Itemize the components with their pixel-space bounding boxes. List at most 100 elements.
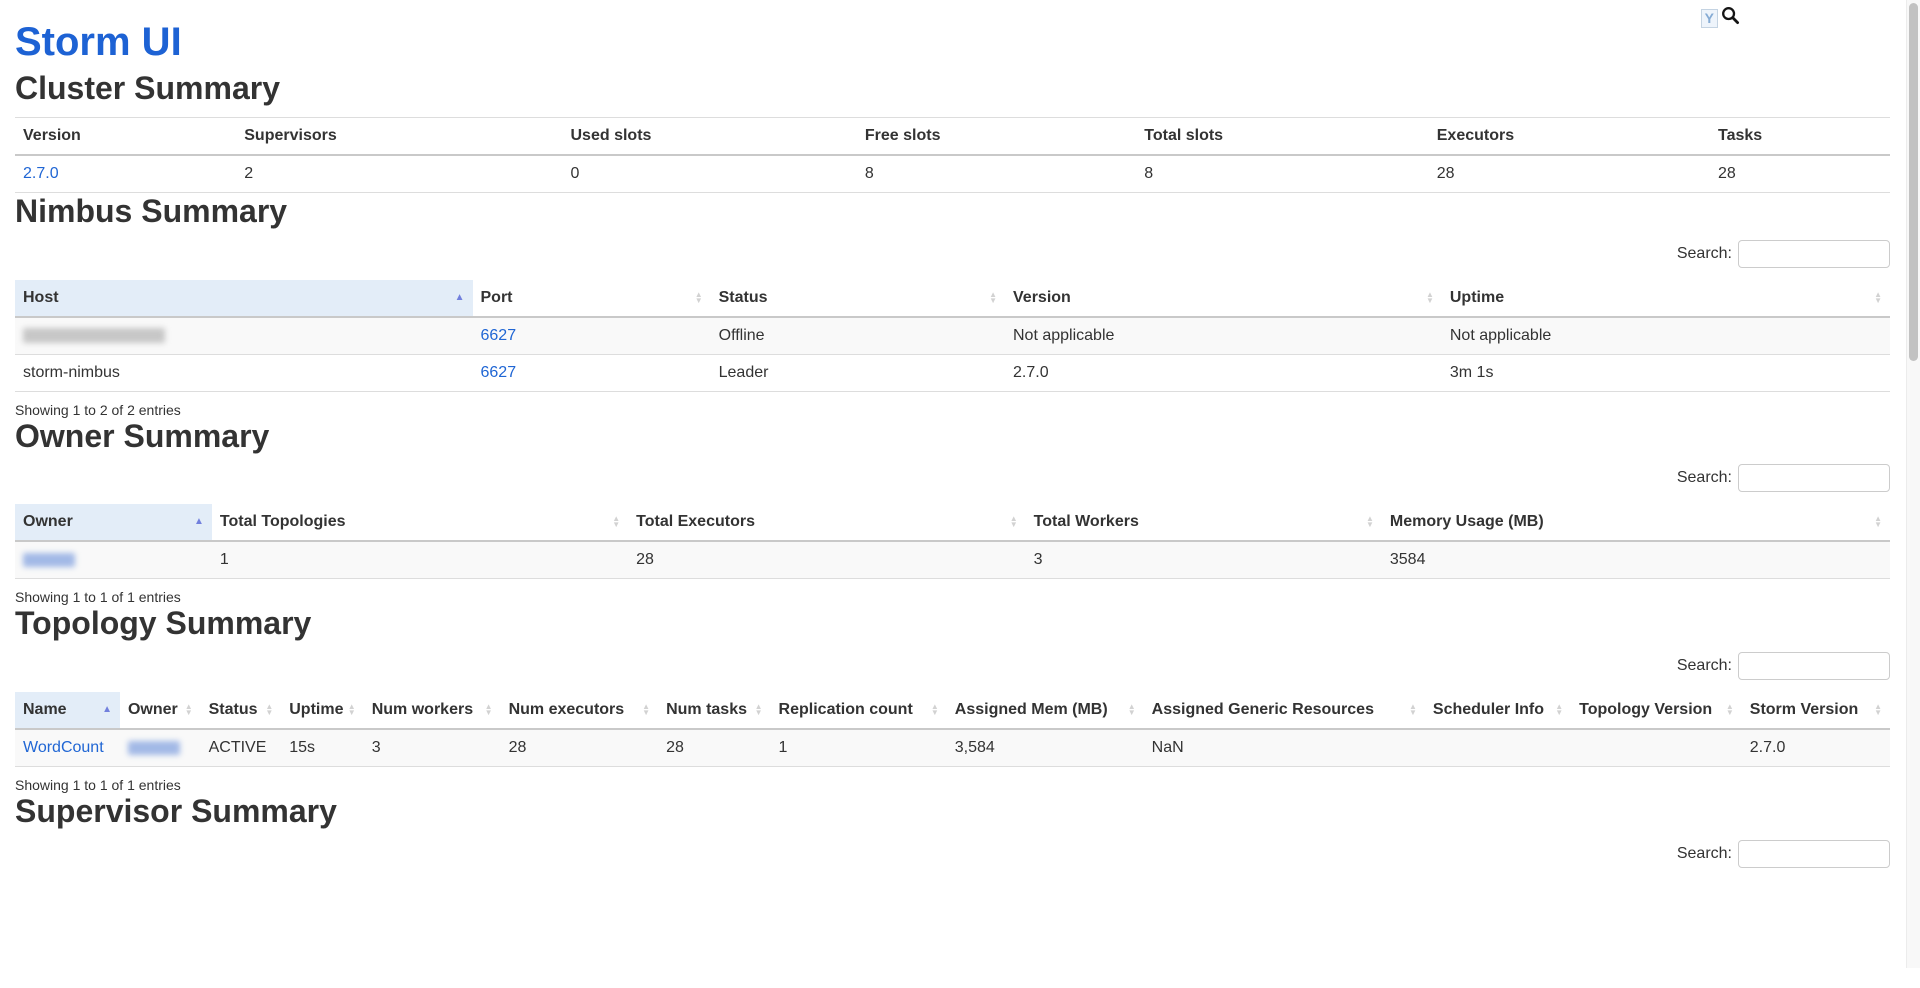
redacted-owner-link[interactable] bbox=[128, 741, 180, 755]
cell-status: Leader bbox=[711, 354, 1005, 391]
column-header-version[interactable]: Version▲▼ bbox=[1005, 280, 1442, 317]
redacted-owner-link[interactable] bbox=[23, 553, 75, 567]
page-title: Storm UI bbox=[15, 20, 1890, 64]
sort-icon: ▲▼ bbox=[348, 704, 356, 716]
topology-name-link[interactable]: WordCount bbox=[23, 739, 104, 756]
storm-ui-home-link[interactable]: Storm UI bbox=[15, 20, 182, 64]
cell-name: WordCount bbox=[15, 729, 120, 767]
sort-icon: ▲▼ bbox=[1128, 704, 1136, 716]
column-header-total-slots: Total slots bbox=[1136, 117, 1429, 155]
column-header-topology-version[interactable]: Topology Version▲▼ bbox=[1571, 692, 1742, 729]
column-header-total-workers[interactable]: Total Workers▲▼ bbox=[1026, 504, 1382, 541]
cell-host: storm-nimbus bbox=[15, 354, 473, 391]
sort-ascending-icon: ▲ bbox=[455, 293, 465, 303]
nimbus-entries-info: Showing 1 to 2 of 2 entries bbox=[15, 402, 1890, 418]
search-label: Search: bbox=[1677, 245, 1732, 263]
column-header-total-topologies[interactable]: Total Topologies▲▼ bbox=[212, 504, 628, 541]
column-header-uptime[interactable]: Uptime▲▼ bbox=[1442, 280, 1890, 317]
cell-total-topologies: 1 bbox=[212, 541, 628, 579]
column-header-owner[interactable]: Owner▲▼ bbox=[120, 692, 201, 729]
column-header-num-tasks[interactable]: Num tasks▲▼ bbox=[658, 692, 770, 729]
cluster-summary-table: Version Supervisors Used slots Free slot… bbox=[15, 117, 1890, 193]
sort-icon: ▲▼ bbox=[1874, 516, 1882, 528]
cell-status: Offline bbox=[711, 317, 1005, 355]
sort-icon: ▲▼ bbox=[695, 292, 703, 304]
column-header-owner[interactable]: Owner▲ bbox=[15, 504, 212, 541]
sort-ascending-icon: ▲ bbox=[194, 517, 204, 527]
column-header-tasks: Tasks bbox=[1710, 117, 1890, 155]
column-header-num-executors[interactable]: Num executors▲▼ bbox=[501, 692, 658, 729]
cell-port: 6627 bbox=[473, 354, 711, 391]
cell-version: 2.7.0 bbox=[1005, 354, 1442, 391]
column-header-status[interactable]: Status▲▼ bbox=[201, 692, 282, 729]
table-header-row: Version Supervisors Used slots Free slot… bbox=[15, 117, 1890, 155]
cluster-summary-heading: Cluster Summary bbox=[15, 70, 1890, 107]
cell-owner bbox=[15, 541, 212, 579]
browser-overlay-icons: Y bbox=[1701, 6, 1740, 30]
search-label: Search: bbox=[1677, 845, 1732, 863]
sort-icon: ▲▼ bbox=[1874, 292, 1882, 304]
nimbus-summary-table: Host▲ Port▲▼ Status▲▼ Version▲▼ Uptime▲▼ bbox=[15, 280, 1890, 392]
column-header-assigned-mem[interactable]: Assigned Mem (MB)▲▼ bbox=[947, 692, 1144, 729]
sort-icon: ▲▼ bbox=[1726, 704, 1734, 716]
column-header-total-executors[interactable]: Total Executors▲▼ bbox=[628, 504, 1026, 541]
sort-icon: ▲▼ bbox=[1010, 516, 1018, 528]
cell-assigned-generic-resources: NaN bbox=[1144, 729, 1425, 767]
port-link[interactable]: 6627 bbox=[481, 364, 517, 381]
column-header-status[interactable]: Status▲▼ bbox=[711, 280, 1005, 317]
cell-replication-count: 1 bbox=[771, 729, 947, 767]
column-header-replication-count[interactable]: Replication count▲▼ bbox=[771, 692, 947, 729]
sort-icon: ▲▼ bbox=[1874, 704, 1882, 716]
owner-search: Search: bbox=[15, 464, 1890, 492]
filter-funnel-icon[interactable]: Y bbox=[1701, 9, 1718, 28]
column-header-assigned-generic-resources[interactable]: Assigned Generic Resources▲▼ bbox=[1144, 692, 1425, 729]
sort-icon: ▲▼ bbox=[612, 516, 620, 528]
table-header-row: Name▲ Owner▲▼ Status▲▼ Uptime▲▼ Num work… bbox=[15, 692, 1890, 729]
owner-search-input[interactable] bbox=[1738, 464, 1890, 492]
column-header-host[interactable]: Host▲ bbox=[15, 280, 473, 317]
main-content: Storm UI Cluster Summary Version Supervi… bbox=[0, 20, 1920, 868]
cell-total-workers: 3 bbox=[1026, 541, 1382, 579]
version-link[interactable]: 2.7.0 bbox=[23, 165, 59, 182]
nimbus-search-input[interactable] bbox=[1738, 240, 1890, 268]
topology-search-input[interactable] bbox=[1738, 652, 1890, 680]
topology-summary-heading: Topology Summary bbox=[15, 605, 1890, 642]
column-header-num-workers[interactable]: Num workers▲▼ bbox=[364, 692, 501, 729]
cell-version: 2.7.0 bbox=[15, 155, 236, 193]
cell-uptime: 3m 1s bbox=[1442, 354, 1890, 391]
sort-ascending-icon: ▲ bbox=[102, 705, 112, 715]
nimbus-search: Search: bbox=[15, 240, 1890, 268]
scrollbar-track[interactable] bbox=[1906, 0, 1920, 968]
cell-storm-version: 2.7.0 bbox=[1742, 729, 1890, 767]
cell-num-tasks: 28 bbox=[658, 729, 770, 767]
cell-executors: 28 bbox=[1429, 155, 1710, 193]
nimbus-summary-heading: Nimbus Summary bbox=[15, 193, 1890, 230]
supervisor-search-input[interactable] bbox=[1738, 840, 1890, 868]
table-header-row: Host▲ Port▲▼ Status▲▼ Version▲▼ Uptime▲▼ bbox=[15, 280, 1890, 317]
sort-icon: ▲▼ bbox=[1366, 516, 1374, 528]
supervisor-summary-heading: Supervisor Summary bbox=[15, 793, 1890, 830]
cell-topology-version bbox=[1571, 729, 1742, 767]
column-header-used-slots: Used slots bbox=[563, 117, 857, 155]
redacted-host-value bbox=[23, 328, 165, 343]
owner-summary-table: Owner▲ Total Topologies▲▼ Total Executor… bbox=[15, 504, 1890, 579]
column-header-scheduler-info[interactable]: Scheduler Info▲▼ bbox=[1425, 692, 1571, 729]
column-header-name[interactable]: Name▲ bbox=[15, 692, 120, 729]
sort-icon: ▲▼ bbox=[485, 704, 493, 716]
port-link[interactable]: 6627 bbox=[481, 327, 517, 344]
column-header-version: Version bbox=[15, 117, 236, 155]
column-header-port[interactable]: Port▲▼ bbox=[473, 280, 711, 317]
search-icon[interactable] bbox=[1721, 6, 1740, 30]
column-header-storm-version[interactable]: Storm Version▲▼ bbox=[1742, 692, 1890, 729]
table-row: 1 28 3 3584 bbox=[15, 541, 1890, 579]
cell-num-executors: 28 bbox=[501, 729, 658, 767]
table-header-row: Owner▲ Total Topologies▲▼ Total Executor… bbox=[15, 504, 1890, 541]
scrollbar-thumb[interactable] bbox=[1909, 3, 1918, 361]
column-header-supervisors: Supervisors bbox=[236, 117, 562, 155]
cell-num-workers: 3 bbox=[364, 729, 501, 767]
column-header-memory-usage[interactable]: Memory Usage (MB)▲▼ bbox=[1382, 504, 1890, 541]
column-header-uptime[interactable]: Uptime▲▼ bbox=[281, 692, 363, 729]
cell-owner bbox=[120, 729, 201, 767]
table-row: 2.7.0 2 0 8 8 28 28 bbox=[15, 155, 1890, 193]
cell-assigned-mem: 3,584 bbox=[947, 729, 1144, 767]
